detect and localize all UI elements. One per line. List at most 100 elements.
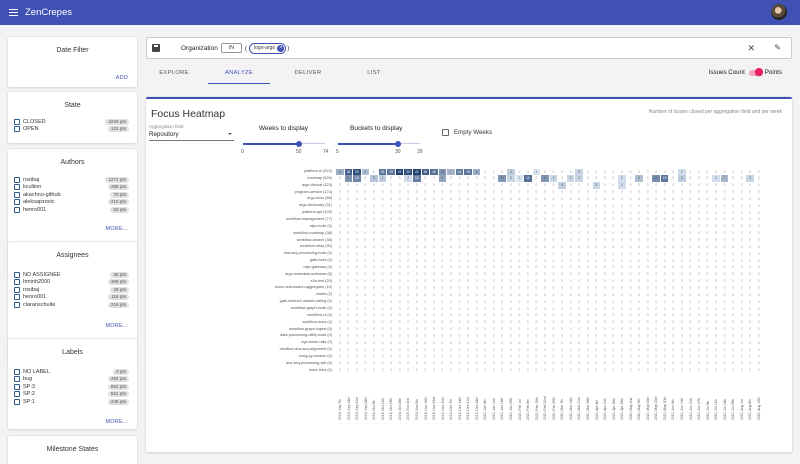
- heatmap-cell[interactable]: 0: [413, 285, 421, 292]
- heatmap-cell[interactable]: 0: [669, 347, 677, 354]
- heatmap-cell[interactable]: 0: [396, 326, 404, 333]
- heatmap-cell[interactable]: 0: [635, 347, 643, 354]
- heatmap-cell[interactable]: 0: [738, 216, 746, 223]
- heatmap-cell[interactable]: 0: [473, 299, 481, 306]
- heatmap-cell[interactable]: 0: [430, 216, 438, 223]
- heatmap-cell[interactable]: 0: [490, 169, 498, 176]
- facet-row[interactable]: SP:3 861 pts: [14, 383, 129, 391]
- heatmap-cell[interactable]: 0: [678, 203, 686, 210]
- heatmap-cell[interactable]: 0: [712, 360, 720, 367]
- heatmap-cell[interactable]: 0: [464, 360, 472, 367]
- facet-row[interactable]: aleksapzovic 210 pts: [14, 199, 129, 207]
- heatmap-cell[interactable]: 0: [370, 312, 378, 319]
- heatmap-cell[interactable]: 0: [533, 264, 541, 271]
- heatmap-cell[interactable]: 0: [336, 175, 344, 182]
- heatmap-cell[interactable]: 0: [473, 189, 481, 196]
- heatmap-cell[interactable]: 0: [447, 360, 455, 367]
- heatmap-cell[interactable]: 0: [687, 333, 695, 340]
- heatmap-cell[interactable]: 0: [490, 258, 498, 265]
- heatmap-cell[interactable]: 0: [652, 251, 660, 258]
- heatmap-cell[interactable]: 0: [541, 223, 549, 230]
- heatmap-cell[interactable]: 0: [404, 271, 412, 278]
- heatmap-cell[interactable]: 0: [422, 299, 430, 306]
- heatmap-cell[interactable]: 0: [738, 326, 746, 333]
- heatmap-cell[interactable]: 0: [404, 326, 412, 333]
- heatmap-cell[interactable]: 0: [644, 196, 652, 203]
- heatmap-cell[interactable]: 0: [721, 340, 729, 347]
- heatmap-cell[interactable]: 0: [712, 333, 720, 340]
- heatmap-cell[interactable]: 0: [738, 278, 746, 285]
- heatmap-cell[interactable]: 0: [447, 347, 455, 354]
- heatmap-cell[interactable]: 0: [678, 210, 686, 217]
- heatmap-cell[interactable]: 0: [635, 353, 643, 360]
- heatmap-cell[interactable]: 0: [430, 189, 438, 196]
- heatmap-cell[interactable]: 0: [704, 230, 712, 237]
- heatmap-cell[interactable]: 0: [746, 271, 754, 278]
- heatmap-cell[interactable]: 0: [618, 223, 626, 230]
- heatmap-cell[interactable]: 0: [661, 306, 669, 313]
- heatmap-cell[interactable]: 0: [498, 312, 506, 319]
- heatmap-cell[interactable]: 2: [618, 175, 626, 183]
- heatmap-cell[interactable]: 0: [601, 347, 609, 354]
- heatmap-cell[interactable]: 0: [661, 169, 669, 176]
- heatmap-cell[interactable]: 0: [738, 244, 746, 251]
- heatmap-cell[interactable]: 0: [430, 264, 438, 271]
- heatmap-cell[interactable]: 0: [567, 271, 575, 278]
- heatmap-cell[interactable]: 0: [644, 292, 652, 299]
- heatmap-cell[interactable]: 11: [498, 175, 507, 183]
- heatmap-cell[interactable]: 0: [704, 292, 712, 299]
- heatmap-cell[interactable]: 0: [533, 306, 541, 313]
- heatmap-cell[interactable]: 0: [473, 353, 481, 360]
- heatmap-cell[interactable]: 0: [396, 340, 404, 347]
- heatmap-cell[interactable]: 0: [370, 264, 378, 271]
- heatmap-cell[interactable]: 0: [336, 353, 344, 360]
- heatmap-cell[interactable]: 0: [567, 333, 575, 340]
- heatmap-cell[interactable]: 0: [558, 347, 566, 354]
- heatmap-cell[interactable]: 0: [370, 306, 378, 313]
- heatmap-cell[interactable]: 0: [669, 169, 677, 176]
- heatmap-cell[interactable]: 0: [362, 244, 370, 251]
- heatmap-cell[interactable]: 0: [430, 258, 438, 265]
- heatmap-cell[interactable]: 0: [584, 312, 592, 319]
- heatmap-cell[interactable]: 0: [550, 360, 558, 367]
- heatmap-cell[interactable]: 0: [618, 251, 626, 258]
- heatmap-cell[interactable]: 0: [464, 203, 472, 210]
- heatmap-cell[interactable]: 0: [533, 367, 541, 374]
- heatmap-cell[interactable]: 0: [721, 251, 729, 258]
- heatmap-cell[interactable]: 0: [635, 189, 643, 196]
- heatmap-cell[interactable]: 0: [524, 312, 532, 319]
- heatmap-cell[interactable]: 0: [464, 216, 472, 223]
- heatmap-cell[interactable]: 0: [533, 312, 541, 319]
- heatmap-cell[interactable]: 0: [370, 210, 378, 217]
- heatmap-cell[interactable]: 0: [430, 230, 438, 237]
- heatmap-cell[interactable]: 0: [567, 278, 575, 285]
- heatmap-cell[interactable]: 0: [721, 326, 729, 333]
- heatmap-cell[interactable]: 0: [396, 251, 404, 258]
- heatmap-cell[interactable]: 0: [516, 230, 524, 237]
- heatmap-cell[interactable]: 0: [593, 347, 601, 354]
- heatmap-cell[interactable]: 0: [507, 251, 515, 258]
- heatmap-cell[interactable]: 0: [404, 251, 412, 258]
- heatmap-cell[interactable]: 0: [550, 216, 558, 223]
- heatmap-cell[interactable]: 0: [635, 203, 643, 210]
- heatmap-cell[interactable]: 0: [550, 264, 558, 271]
- heatmap-cell[interactable]: 0: [533, 237, 541, 244]
- heatmap-cell[interactable]: 0: [516, 326, 524, 333]
- heatmap-cell[interactable]: 0: [464, 347, 472, 354]
- heatmap-cell[interactable]: 0: [447, 353, 455, 360]
- heatmap-cell[interactable]: 0: [439, 210, 447, 217]
- heatmap-cell[interactable]: 0: [473, 196, 481, 203]
- heatmap-cell[interactable]: 0: [601, 306, 609, 313]
- heatmap-cell[interactable]: 0: [413, 353, 421, 360]
- heatmap-cell[interactable]: 0: [490, 292, 498, 299]
- heatmap-cell[interactable]: 0: [481, 333, 489, 340]
- heatmap-cell[interactable]: 0: [541, 299, 549, 306]
- heatmap-cell[interactable]: 0: [541, 319, 549, 326]
- heatmap-cell[interactable]: 0: [567, 360, 575, 367]
- heatmap-cell[interactable]: 0: [678, 367, 686, 374]
- heatmap-cell[interactable]: 0: [524, 326, 532, 333]
- heatmap-cell[interactable]: 0: [456, 244, 464, 251]
- heatmap-cell[interactable]: 0: [738, 223, 746, 230]
- heatmap-cell[interactable]: 0: [661, 292, 669, 299]
- heatmap-cell[interactable]: 0: [507, 230, 515, 237]
